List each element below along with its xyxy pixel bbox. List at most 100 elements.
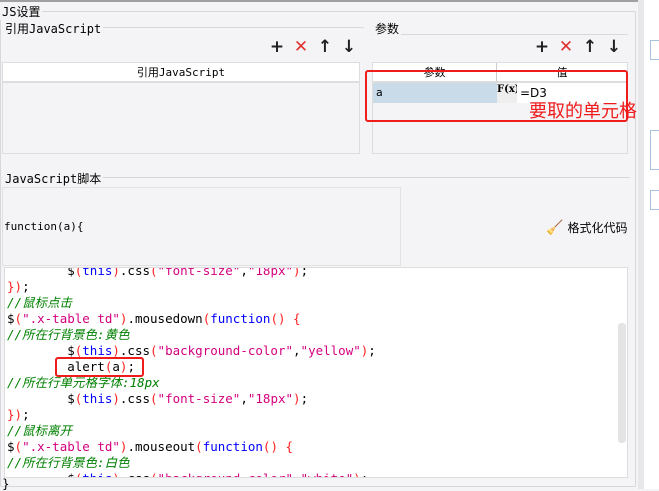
code-token-paren: ) xyxy=(293,391,301,406)
code-token-keyword: this xyxy=(82,471,112,477)
move-up-icon[interactable]: ↑ xyxy=(578,37,602,57)
code-line[interactable]: $(this).css("font-size","18px"); xyxy=(5,391,627,407)
broom-icon: 🧹 xyxy=(546,219,564,236)
code-line[interactable]: //鼠标点击 xyxy=(5,295,627,311)
code-token-string: "font-size" xyxy=(157,267,241,278)
code-token-string: "background-color" xyxy=(157,343,294,358)
code-token-plain: $ xyxy=(7,439,15,454)
sheet-cell xyxy=(650,190,659,210)
code-token-plain: .css xyxy=(119,267,151,278)
spreadsheet-edge xyxy=(638,0,659,489)
code-token-paren: () { xyxy=(262,439,294,454)
code-scrollbar[interactable] xyxy=(618,323,626,443)
code-token-keyword: function xyxy=(210,311,271,326)
format-code-label: 格式化代码 xyxy=(567,221,628,235)
code-line[interactable]: }); xyxy=(5,279,627,295)
code-token-plain: $ xyxy=(7,391,75,406)
delete-icon[interactable]: ✕ xyxy=(554,37,578,57)
code-token-keyword: this xyxy=(82,343,113,358)
code-token-plain: , xyxy=(240,391,248,406)
params-legend: 参数 xyxy=(373,20,402,37)
code-line[interactable]: }); xyxy=(5,407,627,423)
code-token-string: "background-color" xyxy=(158,471,293,477)
code-line[interactable]: $(this).css("background-color","white"); xyxy=(5,471,627,477)
code-token-plain: $ xyxy=(7,311,15,326)
ref-js-column-header[interactable]: 引用JavaScript xyxy=(3,63,359,83)
code-line[interactable]: //鼠标离开 xyxy=(5,423,627,439)
format-code-button[interactable]: 🧹 格式化代码 xyxy=(546,219,627,236)
code-token-string: "white" xyxy=(301,471,354,477)
code-token-comment: //鼠标点击 xyxy=(7,295,73,310)
code-token-string: "18px" xyxy=(247,267,294,278)
code-token-plain: .mouseout xyxy=(127,439,196,454)
code-token-plain: $ xyxy=(7,343,75,358)
window-top-border xyxy=(0,0,659,2)
code-token-paren: ) xyxy=(353,471,361,477)
js-settings-title: JS设置 xyxy=(0,3,43,20)
code-token-comment: //所在行背景色:黄色 xyxy=(7,327,130,342)
code-token-plain: , xyxy=(240,267,248,278)
code-token-keyword: function xyxy=(202,439,263,454)
ref-js-toolbar: + ✕ ↑ ↓ xyxy=(265,37,361,57)
code-token-string: ".x-table td" xyxy=(22,311,120,326)
sheet-cell xyxy=(650,130,659,170)
code-line[interactable]: //所在行背景色:白色 xyxy=(5,455,627,471)
code-line[interactable]: $(".x-table td").mousedown(function() { xyxy=(5,311,627,327)
code-token-comment: //所在行单元格字体:18px xyxy=(7,375,160,390)
code-line[interactable]: //所在行单元格字体:18px xyxy=(5,375,627,391)
code-token-plain: , xyxy=(293,471,301,477)
code-line[interactable]: //所在行背景色:黄色 xyxy=(5,327,627,343)
code-token-paren: ( xyxy=(14,311,23,326)
code-token-comment: //所在行背景色:白色 xyxy=(7,455,130,470)
move-down-icon[interactable]: ↓ xyxy=(602,37,626,57)
code-token-paren: ( xyxy=(150,343,158,358)
code-token-paren: }) xyxy=(7,407,23,422)
code-token-string: "font-size" xyxy=(157,391,241,406)
sheet-cell xyxy=(650,40,659,60)
move-up-icon[interactable]: ↑ xyxy=(313,37,337,57)
code-token-paren: ( xyxy=(150,267,158,278)
code-token-plain: $ xyxy=(7,267,75,278)
code-token-plain: ; xyxy=(300,267,309,278)
code-token-paren: ( xyxy=(150,471,158,477)
script-legend: JavaScript脚本 xyxy=(3,170,104,187)
code-token-paren: ) xyxy=(112,391,120,406)
code-token-plain: .css xyxy=(120,471,150,477)
function-signature: function(a){ xyxy=(4,220,84,233)
code-token-paren: ( xyxy=(195,439,203,454)
params-toolbar: + ✕ ↑ ↓ xyxy=(530,37,626,57)
function-signature-box: function(a){ xyxy=(2,187,401,266)
code-token-plain: ; xyxy=(300,391,309,406)
delete-icon[interactable]: ✕ xyxy=(289,37,313,57)
code-token-plain: ; xyxy=(22,279,30,294)
annotation-text: 要取的单元格 xyxy=(529,101,637,122)
code-token-plain: ; xyxy=(368,343,376,358)
code-line[interactable]: $(".x-table td").mouseout(function() { xyxy=(5,439,627,455)
ref-js-table: 引用JavaScript xyxy=(2,62,360,154)
code-token-paren: ( xyxy=(150,391,158,406)
add-icon[interactable]: + xyxy=(530,37,554,57)
code-token-paren: ( xyxy=(14,439,23,454)
code-token-string: ".x-table td" xyxy=(22,439,120,454)
code-token-plain: .mousedown xyxy=(127,311,203,326)
code-token-paren: ) xyxy=(112,267,120,278)
move-down-icon[interactable]: ↓ xyxy=(337,37,361,57)
code-token-paren: ) xyxy=(112,343,120,358)
code-token-plain: , xyxy=(293,343,301,358)
code-token-paren: () { xyxy=(270,311,301,326)
code-token-plain: ; xyxy=(22,407,30,422)
code-token-plain: .css xyxy=(119,343,151,358)
code-token-comment: //鼠标离开 xyxy=(7,423,73,438)
code-token-string: "18px" xyxy=(247,391,294,406)
code-token-keyword: this xyxy=(82,267,113,278)
code-line[interactable]: $(this).css("font-size","18px"); xyxy=(5,267,627,279)
add-icon[interactable]: + xyxy=(265,37,289,57)
code-token-paren: }) xyxy=(7,279,23,294)
code-token-paren: ) xyxy=(112,471,120,477)
code-token-plain: ; xyxy=(361,471,369,477)
code-token-paren: ) xyxy=(293,267,301,278)
ref-js-legend: 引用JavaScript xyxy=(3,20,104,37)
code-token-string: "yellow" xyxy=(300,343,361,358)
code-token-plain: $ xyxy=(7,471,75,477)
code-token-keyword: this xyxy=(82,391,113,406)
